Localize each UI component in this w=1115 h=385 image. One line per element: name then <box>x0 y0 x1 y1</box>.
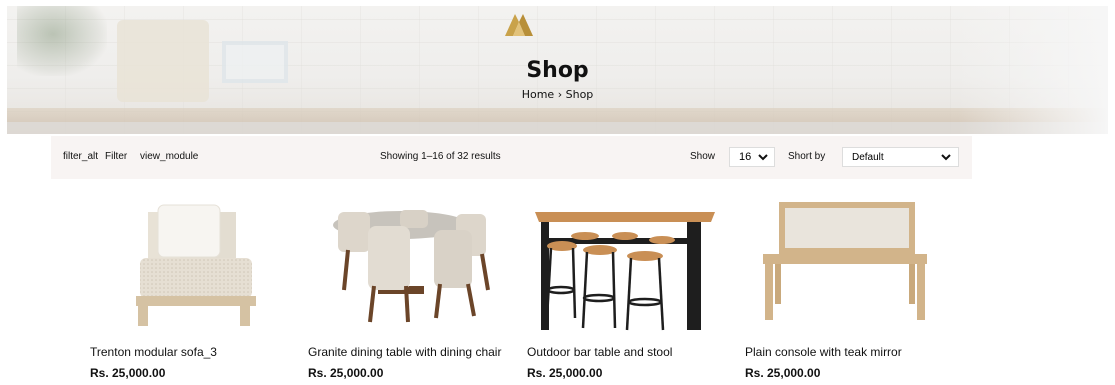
product-price: Rs. 25,000.00 <box>527 366 603 380</box>
show-label: Show <box>690 151 716 162</box>
product-name[interactable]: Trenton modular sofa_3 <box>90 345 217 359</box>
hero-banner: Shop Home › Shop <box>7 6 1108 134</box>
console-mirror-image[interactable] <box>745 190 955 335</box>
product-price: Rs. 25,000.00 <box>745 366 821 380</box>
product-card[interactable]: Trenton modular sofa_3 Rs. 25,000.00 <box>90 190 300 385</box>
per-page-select[interactable]: 16 <box>729 147 775 167</box>
product-name[interactable]: Outdoor bar table and stool <box>527 345 672 359</box>
sort-value: Default <box>852 152 884 163</box>
breadcrumb-current: Shop <box>565 88 594 101</box>
dining-set-image[interactable] <box>308 190 518 335</box>
hero-counter-decoration <box>7 122 1108 134</box>
bar-table-image[interactable] <box>527 190 737 335</box>
product-price: Rs. 25,000.00 <box>90 366 166 380</box>
breadcrumb-home-link[interactable]: Home <box>522 88 554 101</box>
per-page-value: 16 <box>739 151 752 163</box>
sort-select[interactable]: Default <box>842 147 959 167</box>
product-price: Rs. 25,000.00 <box>308 366 384 380</box>
filter-button[interactable]: Filter <box>105 151 127 162</box>
product-name[interactable]: Granite dining table with dining chair <box>308 345 501 359</box>
chevron-down-icon <box>757 150 769 164</box>
product-name[interactable]: Plain console with teak mirror <box>745 345 902 359</box>
filter-icon[interactable]: filter_alt <box>63 151 98 162</box>
page-title: Shop <box>526 58 589 83</box>
product-card[interactable]: Plain console with teak mirror Rs. 25,00… <box>745 190 955 385</box>
product-card[interactable]: Outdoor bar table and stool Rs. 25,000.0… <box>527 190 737 385</box>
results-count: Showing 1–16 of 32 results <box>380 151 501 162</box>
modular-sofa-image[interactable] <box>90 190 300 335</box>
sort-label: Short by <box>788 151 826 162</box>
grid-view-icon[interactable]: view_module <box>140 151 198 162</box>
breadcrumb-separator-icon: › <box>557 88 563 101</box>
shop-toolbar: filter_alt Filter view_module Showing 1–… <box>51 136 972 179</box>
hero-shelf-decoration <box>7 108 1108 122</box>
breadcrumb: Home › Shop <box>7 88 1108 101</box>
brand-logo-icon[interactable] <box>503 10 535 38</box>
chevron-down-icon <box>940 150 952 164</box>
product-card[interactable]: Granite dining table with dining chair R… <box>308 190 518 385</box>
